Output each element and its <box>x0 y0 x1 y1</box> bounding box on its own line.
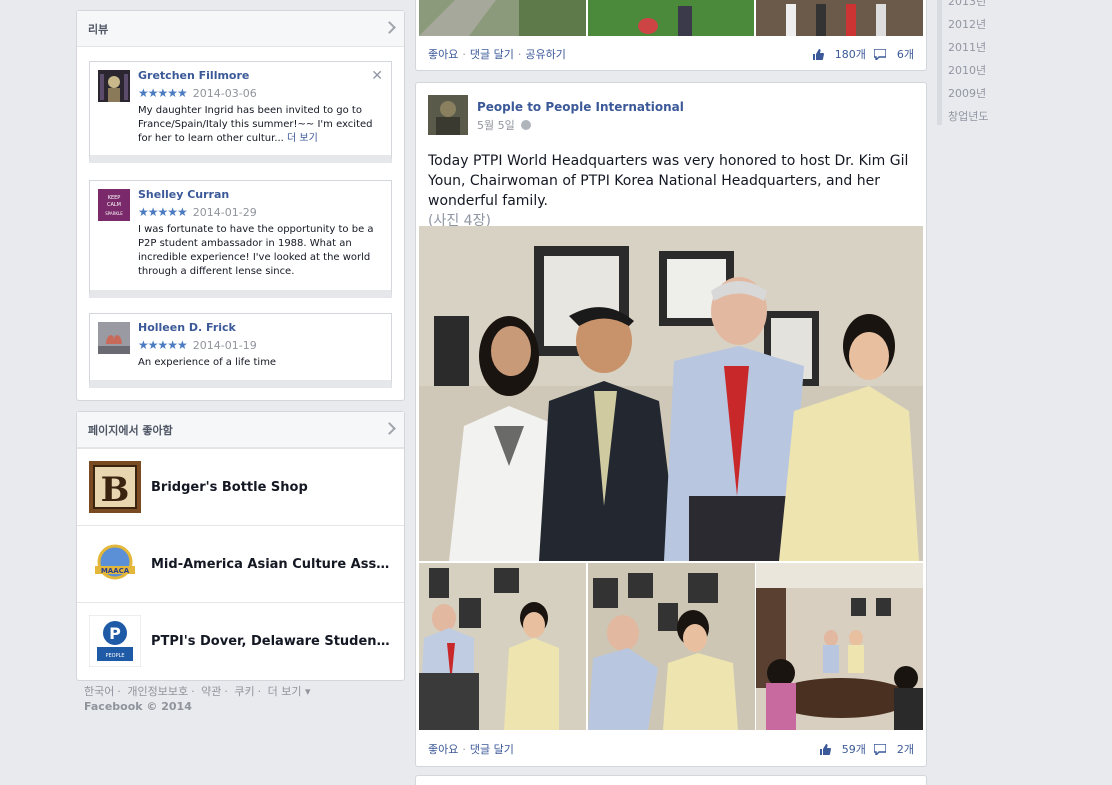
comment-button[interactable]: 댓글 달기 <box>470 741 514 757</box>
comment-count[interactable]: 2개 <box>873 741 914 757</box>
svg-text:P: P <box>109 624 121 643</box>
page-likes-card: 페이지에서 좋아함 B Bridger's Bottle Shop MAACA … <box>76 411 405 681</box>
svg-text:KEEP: KEEP <box>108 195 121 201</box>
like-button[interactable]: 좋아요 <box>428 46 458 62</box>
post-date-text[interactable]: 5월 5일 <box>477 117 515 133</box>
ptpi-logo[interactable]: P PEOPLE <box>89 615 141 667</box>
star-rating: ★★★★★ <box>138 338 188 352</box>
author-name[interactable]: People to People International <box>477 100 684 114</box>
svg-text:CALM: CALM <box>107 202 121 208</box>
post-date: 5월 5일 <box>477 117 531 133</box>
post-photo[interactable] <box>419 0 586 36</box>
svg-text:SPARKLE: SPARKLE <box>105 211 123 216</box>
post-previous: 좋아요 · 댓글 달기 · 공유하기 180개 6개 <box>415 0 927 71</box>
thumbs-up-icon <box>812 48 824 60</box>
post-body: Today PTPI World Headquarters was very h… <box>428 153 909 209</box>
comment-count-text: 2개 <box>896 743 914 756</box>
reviews-card: 리뷰 ✕ Gretchen Fillmore ★★★★★ 2014-03-06 … <box>76 10 405 401</box>
footer-link-cookies[interactable]: 쿠키 <box>234 685 254 698</box>
star-rating: ★★★★★ <box>138 205 188 219</box>
post-actions: 좋아요 · 댓글 달기 · 공유하기 180개 6개 <box>428 46 914 62</box>
svg-text:PEOPLE: PEOPLE <box>105 653 124 659</box>
post-photo[interactable] <box>756 0 923 36</box>
review-item: KEEP CALM SPARKLE Shelley Curran ★★★★★ 2… <box>89 180 392 298</box>
comment-count[interactable]: 6개 <box>873 46 914 62</box>
author-avatar[interactable] <box>428 95 468 135</box>
reviewer-name[interactable]: Shelley Curran <box>138 188 381 201</box>
liked-page-name[interactable]: Mid-America Asian Culture Association <box>151 557 391 572</box>
footer-link-privacy[interactable]: 개인정보보호 <box>127 685 188 698</box>
globe-icon[interactable] <box>520 120 531 130</box>
like-count-text: 59개 <box>841 743 866 756</box>
reviewer-avatar[interactable] <box>98 322 130 354</box>
reviewer-name[interactable]: Holleen D. Frick <box>138 321 381 334</box>
post-text: Today PTPI World Headquarters was very h… <box>428 151 918 231</box>
review-text: An experience of a life time <box>138 357 277 368</box>
maaca-logo[interactable]: MAACA <box>89 538 141 590</box>
post-actions: 좋아요 · 댓글 달기 59개 2개 <box>428 741 914 757</box>
footer: 한국어 · 개인정보보호 · 약관 · 쿠키 · 더 보기 ▾ Facebook © 2… <box>84 685 311 713</box>
see-more-link[interactable]: 더 보기 <box>287 133 318 144</box>
copyright: Facebook © 2014 <box>84 700 192 713</box>
bridgers-bottle-shop-logo[interactable]: B <box>89 461 141 513</box>
timeline-year[interactable]: 2009년 <box>942 82 1017 105</box>
comment-icon <box>873 48 886 60</box>
reviews-header[interactable]: 리뷰 <box>77 11 404 47</box>
svg-text:MAACA: MAACA <box>101 567 130 575</box>
likes-title: 페이지에서 좋아함 <box>88 423 173 437</box>
timeline-year[interactable]: 2010년 <box>942 59 1017 82</box>
liked-page-name[interactable]: PTPI's Dover, Delaware Student Chapter <box>151 634 391 649</box>
post-photo[interactable] <box>588 0 754 36</box>
review-item: ✕ Gretchen Fillmore ★★★★★ 2014-03-06 My … <box>89 61 392 163</box>
review-text-body: My daughter Ingrid has been invited to g… <box>138 105 373 144</box>
liked-page-item[interactable]: B Bridger's Bottle Shop <box>77 448 404 525</box>
review-text: My daughter Ingrid has been invited to g… <box>138 104 381 146</box>
reviewer-avatar[interactable] <box>98 70 130 102</box>
footer-link-terms[interactable]: 약관 <box>201 685 221 698</box>
review-date[interactable]: 2014-03-06 <box>193 87 257 100</box>
timeline-year[interactable]: 2013년 <box>942 0 1017 13</box>
thumbs-up-icon <box>819 743 831 755</box>
photo-thumbnail[interactable] <box>588 563 755 730</box>
timeline-nav: 2013년 2012년 2011년 2010년 2009년 창업년도 <box>937 0 1017 125</box>
share-button[interactable]: 공유하기 <box>525 46 565 62</box>
review-item: Holleen D. Frick ★★★★★ 2014-01-19 An exp… <box>89 313 392 388</box>
footer-link-more[interactable]: 더 보기 ▾ <box>268 685 311 698</box>
liked-page-item[interactable]: P PEOPLE PTPI's Dover, Delaware Student … <box>77 602 404 679</box>
likes-header[interactable]: 페이지에서 좋아함 <box>77 412 404 448</box>
main-photo[interactable] <box>419 226 923 561</box>
review-text: I was fortunate to have the opportunity … <box>138 224 374 277</box>
chevron-right-icon[interactable] <box>383 21 396 34</box>
photo-thumbnail[interactable] <box>756 563 923 730</box>
post-ptpi: People to People International 5월 5일 Tod… <box>415 82 927 767</box>
comment-count-text: 6개 <box>896 48 914 61</box>
close-icon[interactable]: ✕ <box>371 68 383 84</box>
chevron-right-icon[interactable] <box>383 422 396 435</box>
footer-link-language[interactable]: 한국어 <box>84 685 114 698</box>
reviewer-avatar[interactable]: KEEP CALM SPARKLE <box>98 189 130 221</box>
post-next <box>415 775 927 785</box>
timeline-year[interactable]: 2012년 <box>942 13 1017 36</box>
like-button[interactable]: 좋아요 <box>428 741 458 757</box>
comment-icon <box>873 743 886 755</box>
svg-text:B: B <box>101 470 130 510</box>
review-date[interactable]: 2014-01-19 <box>193 339 257 352</box>
star-rating: ★★★★★ <box>138 86 188 100</box>
photo-thumbnail[interactable] <box>419 563 586 730</box>
liked-page-item[interactable]: MAACA Mid-America Asian Culture Associat… <box>77 525 404 602</box>
like-count-text: 180개 <box>834 48 866 61</box>
reviewer-name[interactable]: Gretchen Fillmore <box>138 69 381 82</box>
timeline-year[interactable]: 창업년도 <box>942 105 1017 128</box>
liked-page-name[interactable]: Bridger's Bottle Shop <box>151 480 391 495</box>
review-date[interactable]: 2014-01-29 <box>193 206 257 219</box>
like-count[interactable]: 180개 <box>812 46 866 62</box>
timeline-year[interactable]: 2011년 <box>942 36 1017 59</box>
reviews-title: 리뷰 <box>88 22 109 36</box>
comment-button[interactable]: 댓글 달기 <box>470 46 514 62</box>
like-count[interactable]: 59개 <box>819 741 866 757</box>
